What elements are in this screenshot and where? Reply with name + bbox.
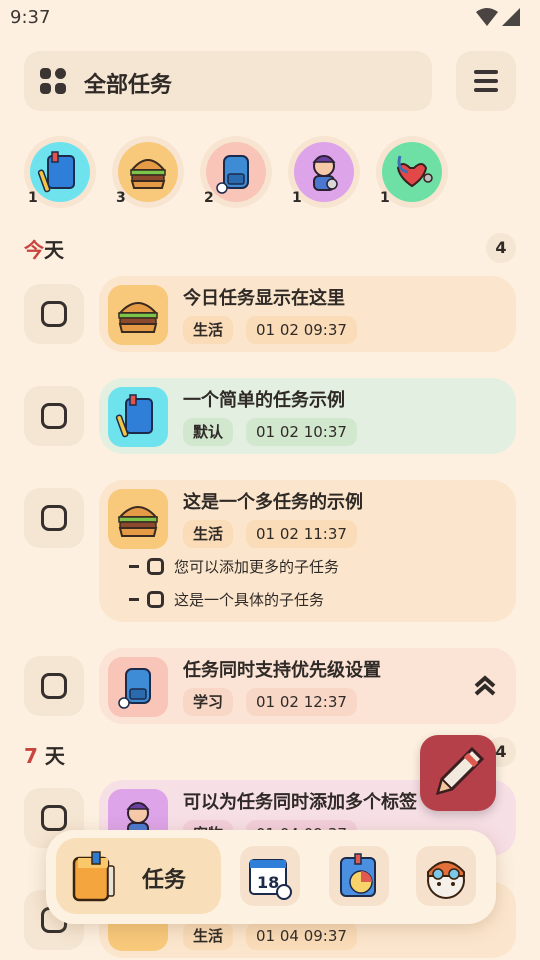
status-time: 9:37 [10, 7, 51, 28]
task-checkbox[interactable] [24, 656, 84, 716]
category-selector[interactable]: 全部任务 [24, 51, 432, 111]
wifi-icon [476, 8, 498, 26]
burger-icon [117, 506, 159, 537]
task-title: 一个简单的任务示例 [183, 390, 345, 411]
bottom-nav: 任务 18 [46, 830, 496, 924]
backpack-icon [216, 155, 249, 194]
task-time: 01 04 09:37 [246, 922, 357, 950]
task-thumbnail [108, 489, 168, 549]
pencil-icon [435, 746, 485, 796]
section-label: 天 [37, 744, 65, 768]
task-card[interactable]: 这是一个多任务的示例 生活 01 02 11:37 您可以添加更多的子任务 这是… [99, 480, 516, 622]
backpack-icon [118, 668, 151, 709]
nav-calendar[interactable]: 18 [240, 846, 300, 906]
stethoscope-icon [396, 155, 433, 188]
task-card[interactable]: 任务同时支持优先级设置 学习 01 02 12:37 [99, 648, 516, 724]
task-time: 01 02 10:37 [246, 418, 357, 446]
notebook-nav-icon [72, 851, 115, 902]
subtask-item[interactable]: 您可以添加更多的子任务 [129, 553, 339, 579]
category-health[interactable]: 1 [376, 136, 448, 208]
nav-statistics[interactable] [329, 846, 389, 906]
task-checkbox[interactable] [24, 488, 84, 548]
section-label-accent: 7 [24, 744, 38, 768]
category-count: 1 [292, 190, 302, 206]
task-tag: 生活 [183, 520, 234, 548]
add-task-button[interactable] [420, 735, 496, 811]
task-time: 01 02 09:37 [246, 316, 357, 344]
task-title: 这是一个多任务的示例 [183, 492, 363, 513]
page-title: 全部任务 [84, 73, 173, 98]
task-thumbnail [108, 387, 168, 447]
task-thumbnail [108, 657, 168, 717]
calendar-icon: 18 [249, 859, 292, 900]
category-count: 3 [116, 190, 126, 206]
svg-text:18: 18 [257, 873, 279, 892]
task-card[interactable]: 一个简单的任务示例 默认 01 02 10:37 [99, 378, 516, 454]
section-header-7-days: 7 天 [24, 740, 65, 769]
nav-tasks[interactable]: 任务 [56, 838, 221, 914]
task-card[interactable]: 今日任务显示在这里 生活 01 02 09:37 [99, 276, 516, 352]
nav-tasks-label: 任务 [142, 868, 187, 893]
category-backpack[interactable]: 2 [200, 136, 272, 208]
section-count-badge: 4 [486, 233, 516, 263]
burger-icon [129, 159, 167, 189]
task-tag: 学习 [183, 688, 234, 716]
task-time: 01 02 11:37 [246, 520, 357, 548]
task-checkbox[interactable] [24, 284, 84, 344]
task-time: 01 02 12:37 [246, 688, 357, 716]
grid-icon [40, 68, 67, 95]
notebook-icon [115, 394, 153, 438]
section-header-today: 今天 [24, 234, 64, 263]
task-tag: 生活 [183, 316, 234, 344]
person-icon [312, 155, 338, 191]
category-count: 1 [28, 190, 38, 206]
task-thumbnail [108, 285, 168, 345]
task-checkbox[interactable] [24, 386, 84, 446]
subtask-label: 您可以添加更多的子任务 [174, 557, 340, 576]
nav-profile[interactable] [416, 846, 476, 906]
subtask-checkbox[interactable] [147, 590, 164, 608]
category-count: 1 [380, 190, 390, 206]
task-tag: 生活 [183, 922, 234, 950]
chart-book-icon [340, 853, 376, 897]
task-title: 今日任务显示在这里 [183, 288, 345, 309]
menu-button[interactable] [456, 51, 516, 111]
subtask-label: 这是一个具体的子任务 [174, 590, 325, 609]
task-title: 任务同时支持优先级设置 [183, 660, 381, 681]
task-tag: 默认 [183, 418, 234, 446]
category-notebook[interactable]: 1 [24, 136, 96, 208]
task-title: 可以为任务同时添加多个标签 [183, 792, 417, 813]
subtask-item[interactable]: 这是一个具体的子任务 [129, 586, 324, 612]
burger-icon [117, 302, 159, 333]
category-count: 2 [204, 190, 214, 206]
subtask-checkbox[interactable] [147, 557, 164, 575]
notebook-icon [37, 151, 75, 193]
category-burger[interactable]: 3 [112, 136, 184, 208]
category-person[interactable]: 1 [288, 136, 360, 208]
section-label-accent: 今 [24, 238, 44, 262]
status-icons [476, 8, 520, 26]
status-bar: 9:37 [0, 0, 540, 36]
priority-high-icon [474, 675, 496, 696]
signal-icon [502, 8, 520, 26]
cat-avatar-icon [427, 861, 465, 899]
section-label: 天 [44, 238, 64, 262]
